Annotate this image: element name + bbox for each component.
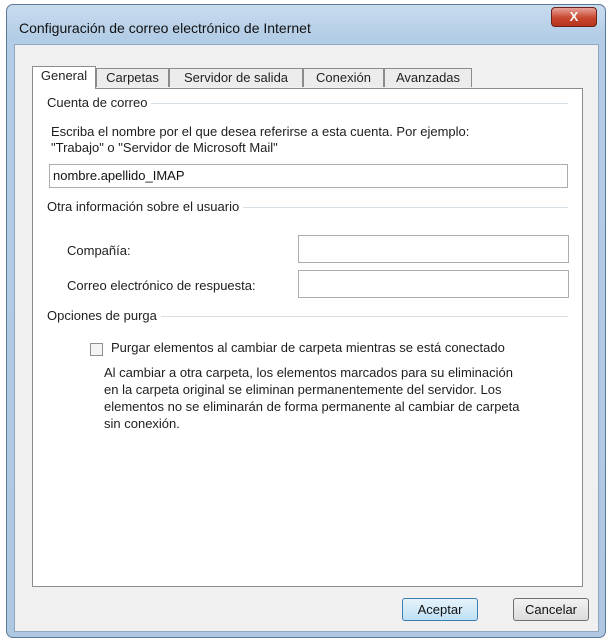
purge-note: elementos no se eliminarán de forma perm… (104, 399, 520, 414)
purge-checkbox-label[interactable]: Purgar elementos al cambiar de carpeta m… (111, 340, 505, 355)
group-label-purge: Opciones de purga (47, 308, 161, 323)
tab-general[interactable]: General (32, 66, 96, 89)
company-input[interactable] (298, 235, 569, 263)
purge-note: Al cambiar a otra carpeta, los elementos… (104, 365, 513, 380)
title-bar[interactable]: Configuración de correo electrónico de I… (7, 5, 605, 37)
dialog-client-area: General Carpetas Servidor de salida Cone… (14, 44, 599, 632)
tab-conexion[interactable]: Conexión (303, 68, 384, 87)
tab-panel-general: Cuenta de correo Escriba el nombre por e… (32, 88, 583, 587)
tab-carpetas[interactable]: Carpetas (96, 68, 169, 87)
cancel-button[interactable]: Cancelar (513, 598, 589, 621)
purge-note: en la carpeta original se eliminan perma… (104, 382, 502, 397)
reply-email-label: Correo electrónico de respuesta: (67, 278, 256, 293)
tab-servidor-de-salida[interactable]: Servidor de salida (169, 68, 303, 87)
window-title: Configuración de correo electrónico de I… (19, 20, 311, 36)
close-button[interactable]: X (551, 7, 597, 27)
purge-checkbox[interactable] (90, 343, 103, 356)
account-description-example: "Trabajo" o "Servidor de Microsoft Mail" (51, 140, 278, 155)
purge-note: sin conexión. (104, 416, 180, 431)
accept-button[interactable]: Aceptar (402, 598, 478, 621)
account-name-input[interactable]: nombre.apellido_IMAP (49, 164, 568, 188)
company-label: Compañía: (67, 243, 131, 258)
group-label-account: Cuenta de correo (47, 95, 152, 110)
account-description: Escriba el nombre por el que desea refer… (51, 124, 470, 139)
tab-avanzadas[interactable]: Avanzadas (384, 68, 472, 87)
dialog-window: Configuración de correo electrónico de I… (6, 4, 606, 638)
group-label-user-info: Otra información sobre el usuario (47, 199, 244, 214)
reply-email-input[interactable] (298, 270, 569, 298)
